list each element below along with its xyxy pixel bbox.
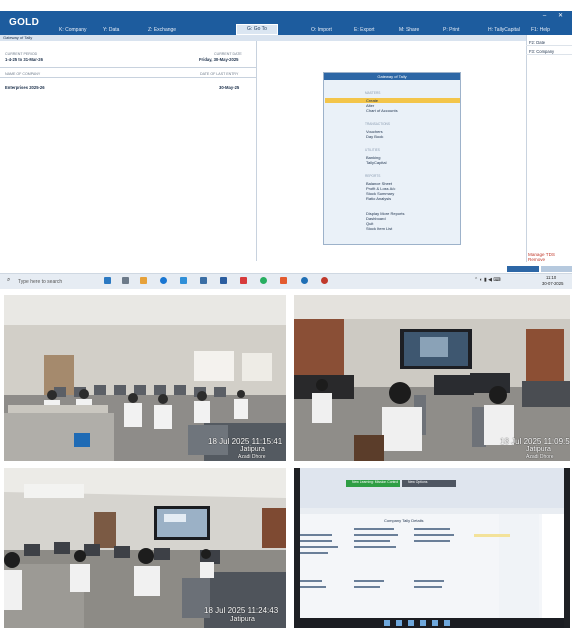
- classroom-photo-1: 18 Jul 2025 11:15:41 Jatipura Azadi Dhor…: [4, 295, 286, 461]
- mail-icon[interactable]: [200, 277, 207, 284]
- menu-company[interactable]: K: Company: [59, 27, 87, 33]
- widgets-icon[interactable]: [122, 277, 129, 284]
- close-icon[interactable]: ✕: [556, 13, 565, 19]
- tally-top-strip: [0, 0, 572, 11]
- minimize-icon[interactable]: –: [540, 13, 549, 19]
- photo-1-location: Jatipura: [240, 446, 265, 453]
- chrome-icon[interactable]: [260, 277, 267, 284]
- word-icon[interactable]: [220, 277, 227, 284]
- section-reports: REPORTS: [365, 174, 381, 178]
- company-name-value[interactable]: Enterprises 2025-26: [5, 85, 45, 90]
- gateway-title: Gateway of Tally: [324, 73, 460, 80]
- gateway-item-tallycapital[interactable]: TallyCapital: [366, 160, 386, 165]
- photo-1-timestamp: 18 Jul 2025 11:15:41: [208, 437, 283, 446]
- current-period-value: 1-4-25 to 31-Mar-26: [5, 57, 43, 62]
- file-explorer-icon[interactable]: [140, 277, 147, 284]
- right-button-panel: [526, 35, 572, 262]
- tally-screenshot: GOLD K: Company Y: Data Z: Exchange G: G…: [0, 0, 572, 289]
- company-name-label: NAME OF COMPANY: [5, 72, 41, 76]
- app-icon-red[interactable]: [240, 277, 247, 284]
- divider: [256, 41, 257, 261]
- section-utilities: UTILITIES: [365, 148, 380, 152]
- photo-2-timestamp: 18 Jul 2025 11:09:5: [500, 437, 570, 446]
- store-icon[interactable]: [180, 277, 187, 284]
- taskbar-thumb-2[interactable]: [541, 266, 572, 272]
- menu-help[interactable]: F1: Help: [531, 27, 550, 33]
- section-transactions: TRANSACTIONS: [365, 122, 390, 126]
- current-date-value: Friday, 30-May-2025: [199, 57, 239, 62]
- menu-import[interactable]: O: Import: [311, 27, 332, 33]
- app-icon-red-2[interactable]: [321, 277, 328, 284]
- manage-tds-button[interactable]: Manage TDS Remove: [528, 252, 572, 262]
- divider: [0, 77, 256, 78]
- classroom-photo-3-image: [4, 468, 286, 628]
- photo-3-timestamp: 18 Jul 2025 11:24:43: [204, 606, 279, 615]
- current-date-label: CURRENT DATE: [214, 52, 242, 56]
- photo-2-sub: Azadi Dhore: [526, 454, 554, 460]
- app-icon-orange[interactable]: [280, 277, 287, 284]
- section-masters: MASTERS: [365, 91, 381, 95]
- app-icon-blue[interactable]: [301, 277, 308, 284]
- last-entry-value: 30-May-25: [219, 85, 240, 90]
- subheader-title: Gateway of Tally: [3, 35, 33, 40]
- gateway-item-ratio-analysis[interactable]: Ratio Analysis: [366, 196, 391, 201]
- monitor-photo-image: [294, 468, 570, 628]
- tally-subheader: [0, 35, 526, 41]
- menu-print[interactable]: P: Print: [443, 27, 459, 33]
- task-view-icon[interactable]: [104, 277, 111, 284]
- clock-time[interactable]: 11:10: [546, 275, 556, 280]
- monitor-button-1: New Learning: Mission Control: [352, 480, 399, 484]
- menu-share[interactable]: M: Share: [399, 27, 419, 33]
- photo-2-location: Jatipura: [526, 446, 551, 453]
- selection-highlight: [325, 98, 460, 103]
- menu-tallycapital[interactable]: H: TallyCapital: [488, 27, 520, 33]
- taskbar-search[interactable]: Type here to search: [18, 279, 62, 285]
- current-period-label: CURRENT PERIOD: [5, 52, 38, 56]
- menu-export[interactable]: E: Export: [354, 27, 375, 33]
- photo-3-location: Jatipura: [230, 616, 255, 623]
- classroom-photo-3: 18 Jul 2025 11:24:43 Jatipura: [4, 468, 286, 628]
- classroom-photo-2: 18 Jul 2025 11:09:5 Jatipura Azadi Dhore: [294, 295, 570, 461]
- system-tray-icons[interactable]: ⌃ ◐ ▮ ◀ ⌨: [474, 277, 501, 283]
- menu-data[interactable]: Y: Data: [103, 27, 119, 33]
- menu-goto[interactable]: G: Go To: [236, 24, 278, 35]
- taskbar-tally-thumb[interactable]: [507, 266, 539, 272]
- monitor-photo: New Learning: Mission Control New Option…: [294, 468, 570, 628]
- photo-1-sub: Azadi Dhore: [238, 454, 266, 460]
- monitor-button-2: New Options: [408, 480, 428, 484]
- gateway-item-stock-item-list[interactable]: Stock Item List: [366, 226, 392, 231]
- menu-exchange[interactable]: Z: Exchange: [148, 27, 176, 33]
- tally-product-name: GOLD: [9, 17, 40, 28]
- gateway-item-day-book[interactable]: Day Book: [366, 134, 383, 139]
- clock-date[interactable]: 30-07-2025: [542, 281, 563, 286]
- gateway-item-chart-of-accounts[interactable]: Chart of Accounts: [366, 108, 398, 113]
- edge-icon[interactable]: [160, 277, 167, 284]
- search-icon[interactable]: ⌕: [7, 277, 10, 284]
- monitor-screen-title: Company Tally Details: [384, 518, 424, 523]
- last-entry-label: DATE OF LAST ENTRY: [200, 72, 239, 76]
- divider: [0, 67, 256, 68]
